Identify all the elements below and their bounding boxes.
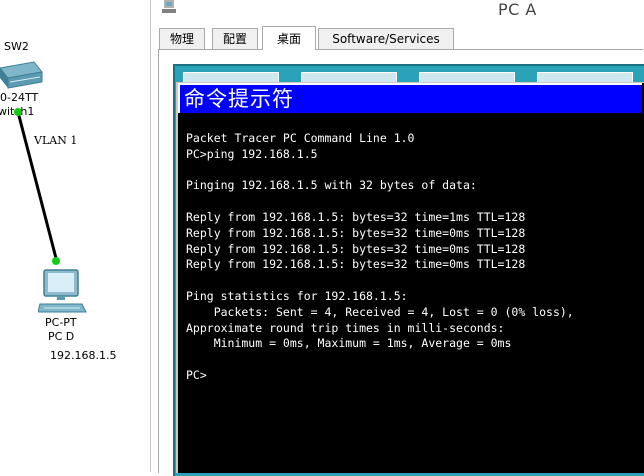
tab-software-services[interactable]: Software/Services [318, 28, 454, 49]
link-vlan-label: VLAN 1 [34, 134, 78, 147]
command-output-line: Approximate round trip times in milli-se… [186, 320, 505, 335]
pc-icon[interactable] [38, 268, 88, 316]
switch-icon[interactable] [0, 60, 44, 94]
command-output-line: PC> [186, 368, 207, 382]
pc-name-label: PC D [48, 330, 75, 343]
tab-physical[interactable]: 物理 [159, 28, 205, 49]
command-output-line: PC>ping 192.168.1.5 [186, 146, 318, 161]
tab-config[interactable]: 配置 [212, 28, 258, 49]
command-prompt-titlebar[interactable]: 命令提示符 [178, 83, 642, 113]
window-title: PC A [498, 0, 537, 19]
switch-name-label: SW2 [4, 40, 29, 53]
window-titlebar[interactable]: PC A [158, 0, 644, 22]
pc-port-indicator [52, 257, 60, 265]
command-prompt-window[interactable]: 命令提示符 Packet Tracer PC Command Line 1.0 P… [176, 82, 644, 473]
pc-type-label: PC-PT [45, 316, 77, 329]
command-output-line: Packets: Sent = 4, Received = 4, Lost = … [186, 304, 574, 319]
command-prompt-title: 命令提示符 [184, 87, 294, 111]
command-output-line: Pinging 192.168.1.5 with 32 bytes of dat… [186, 178, 477, 193]
switch-port-indicator [14, 108, 22, 116]
tab-desktop[interactable]: 桌面 [262, 26, 316, 50]
command-output-line: Reply from 192.168.1.5: bytes=32 time=0m… [186, 225, 526, 240]
command-output-line: Reply from 192.168.1.5: bytes=32 time=0m… [186, 241, 526, 256]
switch-model-label: 0-24TT [0, 91, 39, 104]
command-output-line: Packet Tracer PC Command Line 1.0 [186, 131, 415, 145]
command-output-line: Ping statistics for 192.168.1.5: [186, 289, 408, 303]
topology-workspace[interactable]: SW2 0-24TT witch1 VLAN 1 PC-PT PC D 192.… [0, 0, 150, 472]
tab-bar: 物理 配置 桌面 Software/Services [158, 26, 644, 50]
pc-ip-label: 192.168.1.5 [50, 349, 117, 362]
command-output-line: Reply from 192.168.1.5: bytes=32 time=0m… [186, 257, 526, 272]
packet-tracer-app-icon [162, 0, 176, 13]
command-output-line: Reply from 192.168.1.5: bytes=32 time=1m… [186, 210, 526, 224]
command-output-line: Minimum = 0ms, Maximum = 1ms, Average = … [186, 336, 512, 351]
